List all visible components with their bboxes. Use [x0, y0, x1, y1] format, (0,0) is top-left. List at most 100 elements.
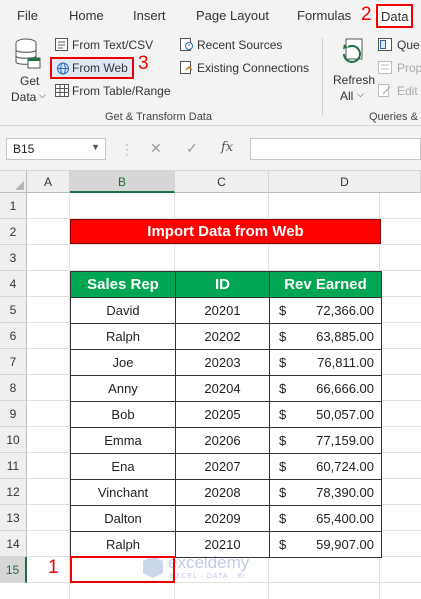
table-header-row: Sales Rep ID Rev Earned [70, 271, 382, 298]
row-header-9[interactable]: 9 [0, 401, 27, 427]
cell-sales-rep[interactable]: Joe [70, 349, 176, 376]
row-header-11[interactable]: 11 [0, 453, 27, 479]
table-row: Dalton 20209 $65,400.00 [70, 505, 382, 532]
cell-rev-earned[interactable]: $60,724.00 [269, 453, 382, 480]
cell-id[interactable]: 20208 [175, 479, 270, 506]
cancel-icon[interactable]: ✕ [150, 140, 162, 157]
cell-rev-earned[interactable]: $63,885.00 [269, 323, 382, 350]
amount: 59,907.00 [316, 537, 374, 552]
cell-sales-rep[interactable]: Ralph [70, 323, 176, 350]
row-header-7[interactable]: 7 [0, 349, 27, 375]
row-header-8[interactable]: 8 [0, 375, 27, 401]
properties-label: Prop [397, 61, 421, 75]
refresh-label-1: Refresh [333, 73, 376, 87]
existing-connections-button[interactable]: Existing Connections [178, 59, 314, 77]
name-box[interactable]: B15 ▼ [6, 138, 106, 160]
currency-symbol: $ [279, 355, 287, 370]
table-row: Emma 20206 $77,159.00 [70, 427, 382, 454]
column-header-a[interactable]: A [27, 171, 70, 193]
cell-rev-earned[interactable]: $78,390.00 [269, 479, 382, 506]
cell-sales-rep[interactable]: Bob [70, 401, 176, 428]
select-all-button[interactable] [0, 171, 27, 193]
currency-value: $59,907.00 [270, 537, 381, 552]
worksheet-grid[interactable]: A B C D 1 2 3 4 5 6 7 8 9 10 11 12 13 14 15 Import Dat… [0, 171, 421, 599]
cell-id[interactable]: 20209 [175, 505, 270, 532]
amount: 65,400.00 [316, 511, 374, 526]
ribbon-data: Get Data ⌵ From Text/CSV From Web 3 From… [0, 32, 421, 126]
chevron-down-icon: ⌵ [39, 90, 46, 100]
chevron-down-icon[interactable]: ▼ [91, 142, 100, 152]
cell-rev-earned[interactable]: $50,057.00 [269, 401, 382, 428]
cell-sales-rep[interactable]: Anny [70, 375, 176, 402]
cell-id[interactable]: 20206 [175, 427, 270, 454]
row-header-3[interactable]: 3 [0, 245, 27, 271]
cell-rev-earned[interactable]: $65,400.00 [269, 505, 382, 532]
header-id[interactable]: ID [175, 271, 270, 298]
cell-sales-rep[interactable]: Vinchant [70, 479, 176, 506]
get-data-label-1: Get [20, 74, 40, 88]
cell-rev-earned[interactable]: $76,811.00 [269, 349, 382, 376]
from-text-csv-label: From Text/CSV [72, 38, 154, 52]
edit-links-icon [378, 84, 391, 97]
currency-symbol: $ [279, 433, 287, 448]
from-text-csv-button[interactable]: From Text/CSV [52, 36, 162, 54]
from-web-button[interactable]: From Web [50, 57, 134, 79]
row-header-4[interactable]: 4 [0, 271, 27, 297]
currency-value: $63,885.00 [270, 329, 381, 344]
enter-check-icon[interactable]: ✓ [186, 140, 198, 157]
cell-rev-earned[interactable]: $77,159.00 [269, 427, 382, 454]
cell-sales-rep[interactable]: Dalton [70, 505, 176, 532]
column-header-b[interactable]: B [70, 171, 175, 193]
cell-id[interactable]: 20201 [175, 297, 270, 324]
from-table-range-button[interactable]: From Table/Range [52, 82, 174, 100]
refresh-all-button[interactable]: Refresh All ⌵ [330, 36, 376, 104]
properties-button[interactable]: Prop [377, 59, 421, 77]
selected-cell-b15[interactable] [70, 556, 175, 583]
row-header-6[interactable]: 6 [0, 323, 27, 349]
row-header-14[interactable]: 14 [0, 531, 27, 557]
row-header-13[interactable]: 13 [0, 505, 27, 531]
cell-id[interactable]: 20204 [175, 375, 270, 402]
row-header-12[interactable]: 12 [0, 479, 27, 505]
cell-id[interactable]: 20205 [175, 401, 270, 428]
row-header-15[interactable]: 15 [0, 557, 27, 583]
table-row: Ralph 20202 $63,885.00 [70, 323, 382, 350]
row-header-2[interactable]: 2 [0, 219, 27, 245]
header-sales-rep[interactable]: Sales Rep [70, 271, 176, 298]
sheet-title[interactable]: Import Data from Web [70, 219, 381, 244]
table-row: David 20201 $72,366.00 [70, 297, 382, 324]
formula-bar: B15 ▼ ⋮ ✕ ✓ fx [0, 126, 421, 171]
cell-sales-rep[interactable]: David [70, 297, 176, 324]
formula-input[interactable] [250, 138, 421, 160]
row-header-10[interactable]: 10 [0, 427, 27, 453]
insert-function-button[interactable]: fx [221, 140, 233, 155]
cell-sales-rep[interactable]: Emma [70, 427, 176, 454]
header-rev-earned[interactable]: Rev Earned [269, 271, 382, 298]
tab-formulas[interactable]: Formulas [297, 8, 351, 23]
column-header-d[interactable]: D [269, 171, 421, 193]
tab-insert[interactable]: Insert [133, 8, 166, 23]
tab-file[interactable]: File [17, 8, 38, 23]
recent-sources-icon [180, 38, 193, 51]
recent-sources-button[interactable]: Recent Sources [178, 36, 288, 54]
currency-symbol: $ [279, 485, 287, 500]
from-table-range-label: From Table/Range [72, 84, 171, 98]
cell-id[interactable]: 20207 [175, 453, 270, 480]
row-header-5[interactable]: 5 [0, 297, 27, 323]
get-data-button[interactable]: Get Data ⌵ [8, 36, 48, 104]
cell-id[interactable]: 20203 [175, 349, 270, 376]
tab-page-layout[interactable]: Page Layout [196, 8, 269, 23]
row-header-1[interactable]: 1 [0, 193, 27, 219]
tab-home[interactable]: Home [69, 8, 104, 23]
cell-sales-rep[interactable]: Ena [70, 453, 176, 480]
queries-connections-button[interactable]: Que [377, 36, 421, 54]
cell-rev-earned[interactable]: $72,366.00 [269, 297, 382, 324]
cell-rev-earned[interactable]: $66,666.00 [269, 375, 382, 402]
cell-id[interactable]: 20202 [175, 323, 270, 350]
currency-symbol: $ [279, 381, 287, 396]
column-header-c[interactable]: C [175, 171, 269, 193]
sales-table: Sales Rep ID Rev Earned David 20201 $72,36… [70, 271, 382, 558]
edit-links-button[interactable]: Edit [377, 82, 421, 100]
tab-data[interactable]: Data [376, 4, 414, 28]
currency-value: $76,811.00 [270, 355, 381, 370]
